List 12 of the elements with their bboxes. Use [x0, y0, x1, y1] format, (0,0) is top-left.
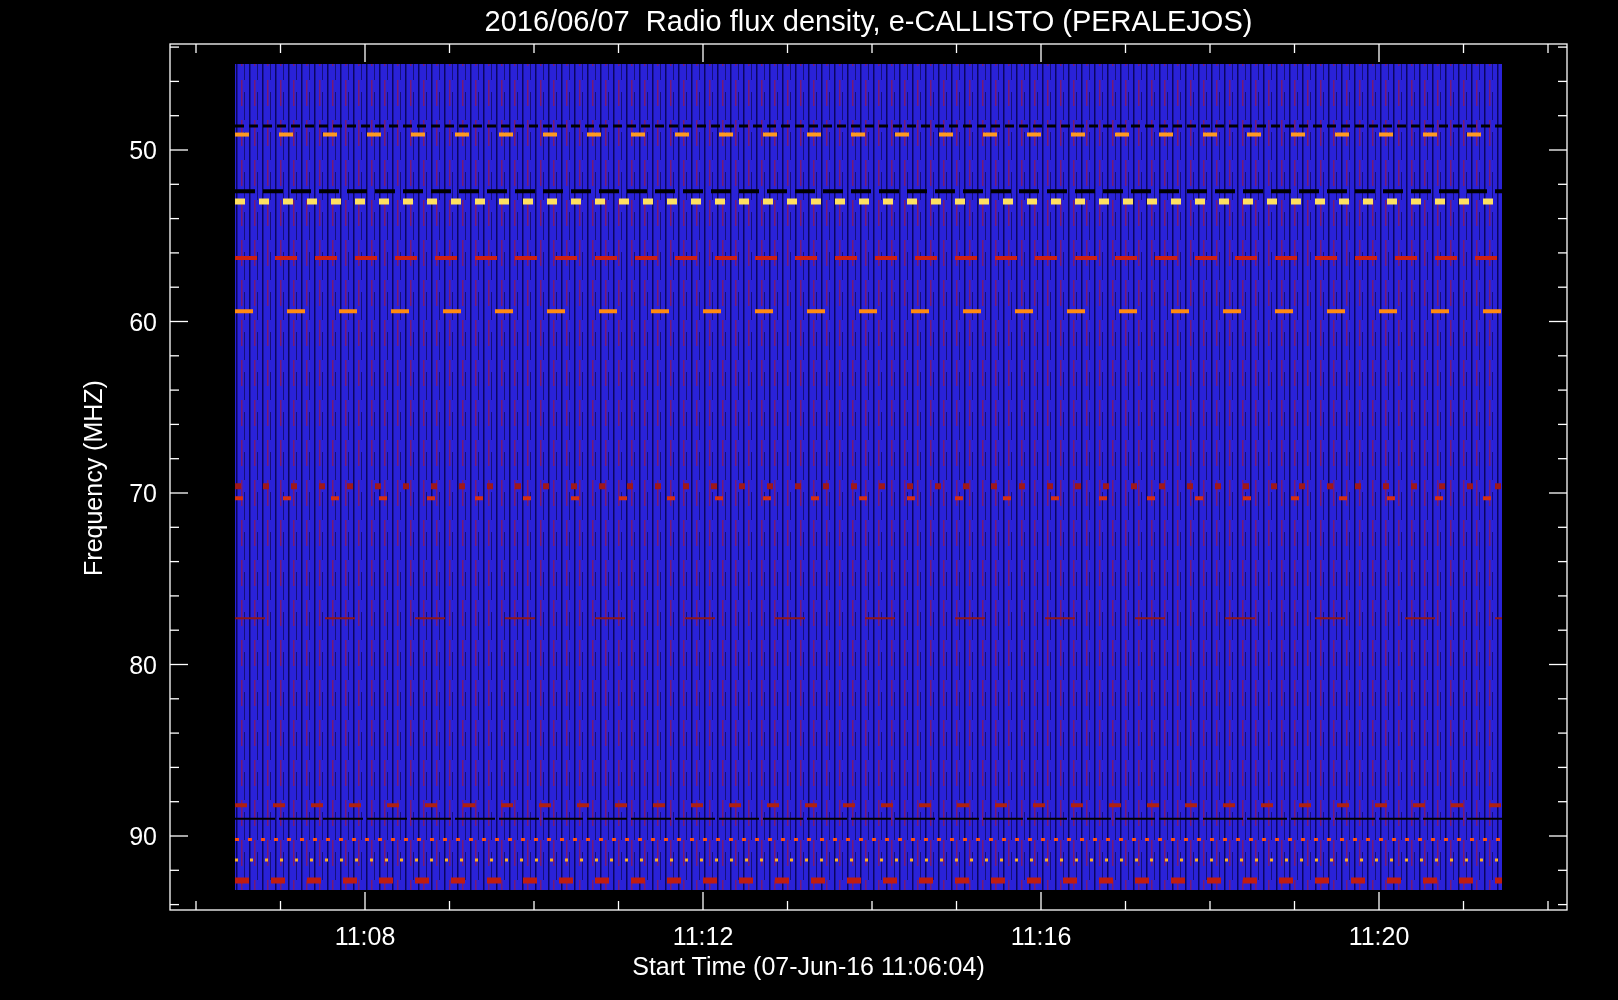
tick-label: 90: [129, 822, 157, 850]
tick-label: 60: [129, 307, 157, 336]
axis-title: Start Time (07-Jun-16 11:06:04): [632, 952, 985, 980]
tick-label: 80: [129, 650, 157, 679]
tick-label: 50: [129, 136, 157, 164]
tick-label: 11:16: [1010, 922, 1072, 950]
tick-label: 11:20: [1348, 922, 1410, 950]
tick-label: 70: [129, 479, 157, 507]
chart-title: 2016/06/07 Radio flux density, e-CALLISTO (PERALEJOS): [484, 5, 1253, 37]
tick-label: 11:08: [334, 922, 396, 950]
axis-title: Frequency (MHZ): [79, 380, 107, 576]
tick-label: 11:12: [672, 922, 734, 950]
